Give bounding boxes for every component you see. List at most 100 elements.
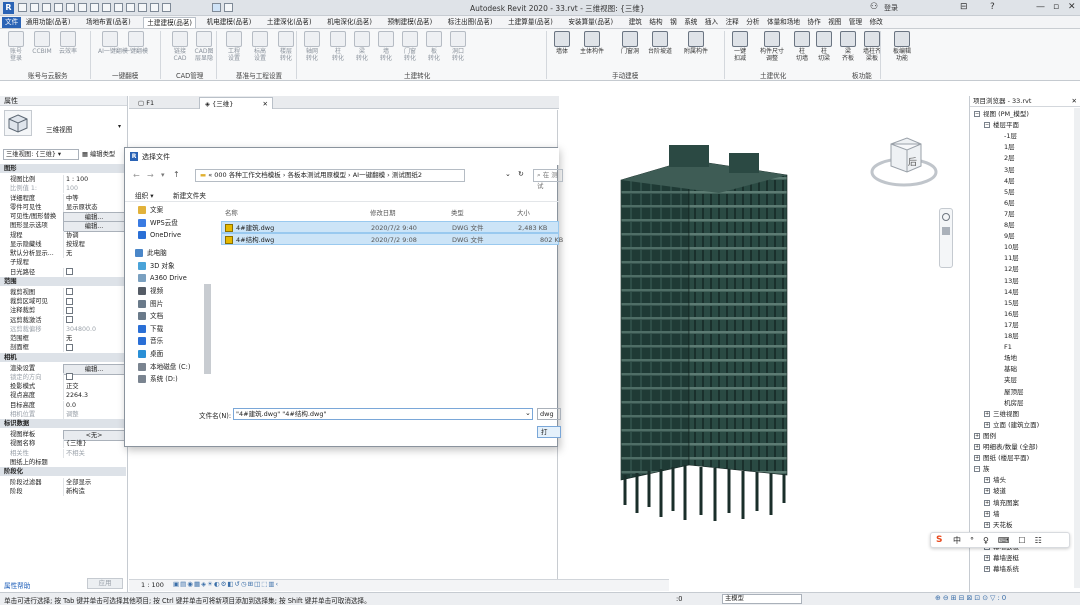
nav-item[interactable]: 视频 <box>138 285 213 297</box>
tab-10[interactable]: 安装算量(品茗) <box>565 17 616 28</box>
ime-item[interactable]: 中 <box>953 536 961 545</box>
tab-20[interactable]: 视图 <box>825 17 844 28</box>
recent-dropdown-icon[interactable]: ▾ <box>161 171 165 179</box>
tab-21[interactable]: 管理 <box>846 17 865 28</box>
browser-item[interactable]: + 图纸 (楼层平面) <box>974 453 1029 464</box>
close-hidden-icon[interactable] <box>162 3 171 12</box>
property-category[interactable]: 图形 <box>0 164 126 173</box>
save-icon[interactable] <box>30 3 39 12</box>
dimension-icon[interactable] <box>102 3 111 12</box>
browser-item[interactable]: 5层 <box>1004 187 1015 198</box>
browser-item[interactable]: 16层 <box>1004 309 1019 320</box>
sign-in-link[interactable]: 登录 <box>884 3 898 13</box>
ribbon-button-14[interactable]: 门窗 转化 <box>398 31 422 62</box>
tab-5[interactable]: 土建深化(品茗) <box>264 17 315 28</box>
tab-9[interactable]: 土建算量(品茗) <box>505 17 556 28</box>
property-category[interactable]: 相机 <box>0 352 126 362</box>
ribbon-button-12[interactable]: 梁 转化 <box>350 31 374 62</box>
ribbon-button-11[interactable]: 柱 转化 <box>326 31 350 62</box>
redo-icon[interactable] <box>66 3 75 12</box>
ribbon-button-15[interactable]: 板 转化 <box>422 31 446 62</box>
filetype-select[interactable]: dwg文 <box>537 408 561 420</box>
section-icon[interactable] <box>138 3 147 12</box>
ribbon-button-17[interactable]: 墙体 <box>550 31 574 55</box>
building-model[interactable] <box>609 135 799 525</box>
tab-18[interactable]: 体量和场地 <box>764 17 803 28</box>
tab-7[interactable]: 预制建模(品茗) <box>385 17 436 28</box>
ribbon-button-19[interactable]: 门窗洞 <box>618 31 642 55</box>
ribbon-button-10[interactable]: 轴网 转化 <box>300 31 324 62</box>
restore-icon[interactable]: ▫ <box>1053 2 1059 12</box>
browser-scrollbar[interactable] <box>1074 108 1080 588</box>
col-type[interactable]: 类型 <box>451 208 464 217</box>
tab-2[interactable]: 场地布置(品茗) <box>83 17 134 28</box>
nav-item[interactable]: 本地磁盘 (C:) <box>138 361 213 373</box>
ribbon-button-3[interactable]: AI一键翻模 <box>98 31 128 55</box>
address-bar[interactable]: ▬ « 000 各种工作文档模板 › 各板本测试用原模型 › AI一键翻模 › … <box>195 169 465 182</box>
tab-15[interactable]: 插入 <box>702 17 721 28</box>
ribbon-button-7[interactable]: 工程 设置 <box>222 31 246 62</box>
tab-22[interactable]: 修改 <box>867 17 886 28</box>
browser-item[interactable]: + 墙头 <box>984 475 1006 486</box>
ribbon-button-25[interactable]: 柱 切梁 <box>812 31 836 62</box>
ribbon-button-4[interactable]: 一键翻模 <box>124 31 148 55</box>
col-name[interactable]: 名称 <box>225 208 238 217</box>
browser-item[interactable]: 基础 <box>1004 364 1017 375</box>
browser-item[interactable]: + 明细表/数量 (全部) <box>974 442 1038 453</box>
browser-item[interactable]: 机房层 <box>1004 398 1024 409</box>
revit-logo[interactable]: R <box>3 2 14 14</box>
tab-19[interactable]: 协作 <box>805 17 824 28</box>
browser-item[interactable]: + 图例 <box>974 431 996 442</box>
nav-item[interactable]: 3D 对象 <box>138 260 213 272</box>
browser-item[interactable]: + 三维视图 <box>984 409 1019 420</box>
print-icon[interactable] <box>78 3 87 12</box>
browser-item[interactable]: -1层 <box>1004 131 1017 142</box>
measure-icon[interactable] <box>90 3 99 12</box>
filename-input[interactable]: "4#建筑.dwg" "4#结构.dwg" <box>233 408 533 420</box>
browser-item[interactable]: − 视图 (PM_模型) <box>974 109 1029 120</box>
ribbon-button-5[interactable]: 链接 CAD <box>168 31 192 62</box>
type-dropdown-icon[interactable]: ▾ <box>118 123 121 130</box>
browser-item[interactable]: + 幕墙系统 <box>984 564 1019 575</box>
nav-item[interactable]: WPS云盘 <box>138 217 213 229</box>
tab-13[interactable]: 钢 <box>667 17 680 28</box>
nav-item[interactable]: 文案 <box>138 204 213 216</box>
browser-item[interactable]: 18层 <box>1004 331 1019 342</box>
ime-item[interactable]: ♀ <box>983 536 989 545</box>
status-select-icons[interactable]: ⊕⊖⊞⊟⊠⊡⊙▽:0 <box>935 594 1008 602</box>
property-category[interactable]: 阶段化 <box>0 467 126 476</box>
ribbon-button-22[interactable]: 一键 扣减 <box>728 31 752 62</box>
thin-lines-icon[interactable] <box>150 3 159 12</box>
browser-item[interactable]: F1 <box>1004 342 1012 353</box>
tab-1[interactable]: 通用功能(品茗) <box>23 17 74 28</box>
forward-icon[interactable]: → <box>147 171 154 180</box>
browser-item[interactable]: 1层 <box>1004 142 1015 153</box>
ribbon-button-23[interactable]: 构件尺寸 调整 <box>760 31 784 62</box>
customize-icon[interactable] <box>224 3 233 12</box>
ime-item[interactable]: ⌨ <box>998 536 1010 545</box>
ribbon-button-20[interactable]: 台阶坡道 <box>648 31 672 55</box>
browser-item[interactable]: 7层 <box>1004 209 1015 220</box>
address-dropdown-icon[interactable]: ⌄ <box>505 170 511 178</box>
col-date[interactable]: 修改日期 <box>370 208 396 217</box>
nav-item[interactable]: 图片 <box>138 298 213 310</box>
new-folder-button[interactable]: 新建文件夹 <box>173 190 206 200</box>
tab-16[interactable]: 注释 <box>723 17 742 28</box>
browser-item[interactable]: − 楼层平面 <box>984 120 1019 131</box>
browser-item[interactable]: 场地 <box>1004 353 1017 364</box>
ribbon-button-2[interactable]: 云效率 <box>56 31 80 55</box>
close-icon[interactable]: ✕ <box>1068 2 1076 12</box>
browser-item[interactable]: 11层 <box>1004 253 1019 264</box>
tab-8[interactable]: 标注出图(品茗) <box>445 17 496 28</box>
browser-item[interactable]: 15层 <box>1004 298 1019 309</box>
browser-item[interactable]: + 填充图案 <box>984 498 1019 509</box>
undo-icon[interactable] <box>54 3 63 12</box>
organize-menu[interactable]: 组织 ▾ <box>135 190 154 200</box>
autodesk-app-icon[interactable]: ⊟ <box>960 2 968 12</box>
ime-toolbar[interactable]: S 中 ° ♀ ⌨ ☐ ☷ <box>930 532 1070 548</box>
ime-item[interactable]: ☐ <box>1018 536 1025 545</box>
browser-item[interactable]: 9层 <box>1004 231 1015 242</box>
browser-item[interactable]: 夹层 <box>1004 375 1017 386</box>
user-icon[interactable]: ⚇ <box>870 2 878 12</box>
navigation-bar[interactable] <box>939 208 953 268</box>
